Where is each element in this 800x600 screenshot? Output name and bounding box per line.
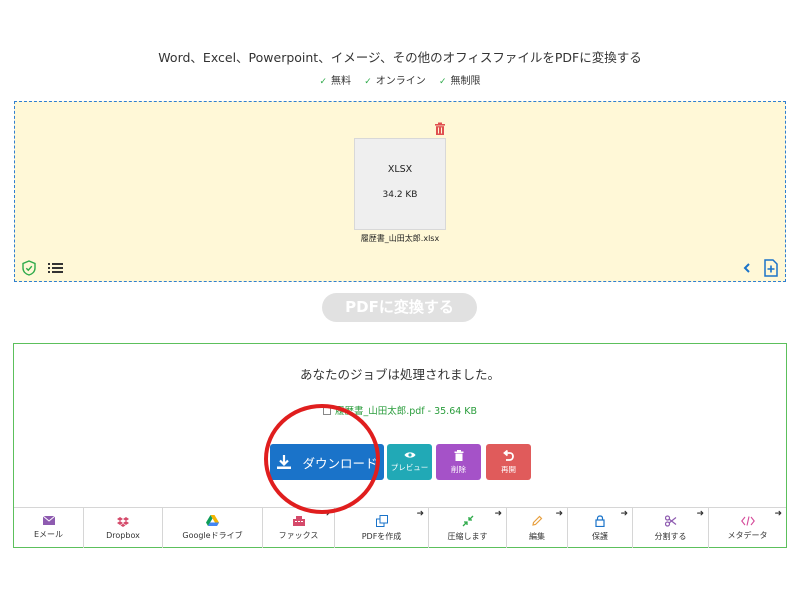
arrow-right-icon: ➜ [696, 509, 704, 519]
job-status-message: あなたのジョブは処理されました。 [299, 367, 500, 382]
convert-to-pdf-button[interactable]: PDFに変換する [322, 293, 477, 322]
tool-create-pdf[interactable]: ➜ PDFを作成 [335, 508, 429, 548]
code-icon [740, 515, 755, 526]
file-type: XLSX [387, 164, 413, 175]
feature-list: ✓ 無料 ✓ オンライン ✓ 無制限 [0, 72, 800, 87]
add-file-icon[interactable] [763, 259, 779, 277]
list-icon[interactable] [48, 262, 63, 274]
fax-icon [292, 515, 305, 526]
chevron-left-icon[interactable] [742, 262, 752, 274]
tool-fax[interactable]: ➜ ファックス [263, 508, 335, 548]
eye-icon [404, 452, 415, 458]
page-headline: Word、Excel、Powerpoint、イメージ、その他のオフィスファイルを… [158, 50, 642, 65]
copy-icon [375, 514, 388, 527]
google-drive-icon [206, 515, 219, 526]
result-file-link[interactable]: 履歴書_山田太郎.pdf - 35.64 KB [14, 403, 786, 417]
feature-free: ✓ 無料 [319, 76, 352, 87]
dropbox-icon [117, 516, 129, 527]
tool-dropbox[interactable]: Dropbox [84, 508, 163, 548]
check-icon: ✓ [364, 77, 372, 87]
undo-icon [503, 449, 514, 461]
preview-button[interactable]: プレビュー [387, 444, 432, 480]
shield-check-icon[interactable] [21, 260, 37, 276]
envelope-icon [42, 516, 55, 525]
tool-edit[interactable]: ➜ 編集 [507, 508, 568, 548]
file-dropzone[interactable]: XLSX 34.2 KB 履歴書_山田太郎.xlsx [14, 101, 786, 282]
feature-unlimited: ✓ 無制限 [438, 76, 481, 87]
restart-button[interactable]: 再開 [486, 444, 531, 480]
check-icon: ✓ [438, 77, 447, 87]
tool-split[interactable]: ➜ 分割する [633, 508, 709, 548]
check-icon: ✓ [319, 77, 328, 87]
annotation-circle [264, 404, 380, 514]
arrow-right-icon: ➜ [774, 509, 782, 519]
file-name: 履歴書_山田太郎.xlsx [360, 234, 440, 243]
tools-toolbar: Eメール Dropbox Googleドライブ ➜ ファックス ➜ PDFを作成… [14, 507, 786, 548]
scissors-icon [664, 514, 676, 527]
arrow-right-icon: ➜ [620, 509, 628, 519]
lock-icon [595, 514, 605, 527]
tool-metadata[interactable]: ➜ メタデータ [709, 508, 786, 548]
result-panel: あなたのジョブは処理されました。 履歴書_山田太郎.pdf - 35.64 KB… [13, 343, 787, 548]
pencil-icon [532, 515, 543, 526]
tool-google-drive[interactable]: Googleドライブ [163, 508, 263, 548]
tool-compress[interactable]: ➜ 圧縮します [429, 508, 507, 548]
trash-icon [454, 449, 463, 461]
compress-icon [462, 515, 473, 526]
tool-protect[interactable]: ➜ 保護 [568, 508, 633, 548]
arrow-right-icon: ➜ [555, 509, 563, 519]
file-thumbnail[interactable]: XLSX 34.2 KB [354, 138, 446, 230]
trash-icon[interactable] [433, 122, 447, 136]
feature-online: ✓ オンライン [364, 76, 426, 87]
file-size: 34.2 KB [382, 190, 418, 200]
arrow-right-icon: ➜ [416, 509, 424, 519]
tool-email[interactable]: Eメール [14, 508, 84, 548]
delete-button[interactable]: 削除 [436, 444, 481, 480]
arrow-right-icon: ➜ [494, 509, 502, 519]
